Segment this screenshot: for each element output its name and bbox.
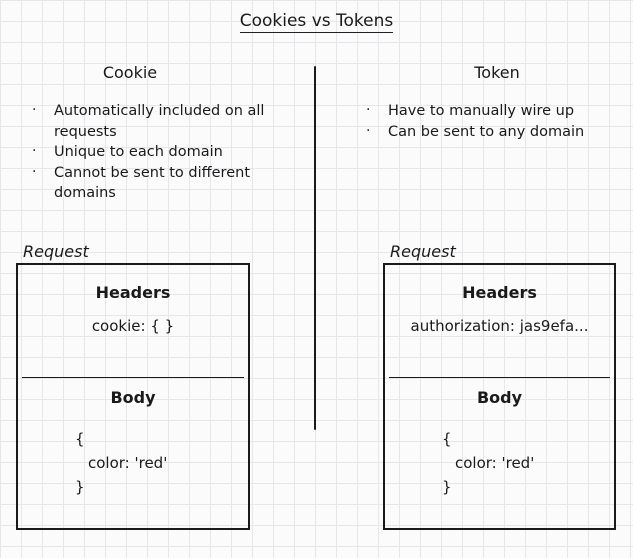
token-request-box: Headers authorization: jas9efa... Body {…	[383, 263, 616, 530]
cookie-point: · Automatically included on all requests	[22, 101, 292, 142]
token-point-text: Can be sent to any domain	[388, 123, 585, 140]
cookie-headers-title: Headers	[95, 283, 171, 302]
cookie-points: · Automatically included on all requests…	[22, 101, 292, 204]
bullet-icon: ·	[366, 102, 371, 118]
token-body-content: color: 'red'	[455, 454, 535, 472]
cookie-request-box: Headers cookie: { } Body { color: 'red' …	[16, 263, 250, 530]
cookie-request-label: Request	[23, 242, 89, 261]
token-body-close: }	[442, 478, 452, 496]
cookie-point: · Unique to each domain	[22, 142, 292, 163]
token-points: · Have to manually wire up · Can be sent…	[356, 101, 626, 142]
token-heading: Token	[474, 63, 520, 82]
token-request-label: Request	[390, 242, 456, 261]
cookie-point-text: Cannot be sent to different domains	[54, 164, 250, 202]
token-point-text: Have to manually wire up	[388, 103, 575, 119]
token-point: · Can be sent to any domain	[356, 122, 626, 143]
diagram-title-text: Cookies vs Tokens	[239, 11, 394, 33]
diagram-title: Cookies vs Tokens	[0, 11, 633, 33]
cookie-headers-value: cookie: { }	[91, 317, 175, 335]
token-body-open: {	[442, 430, 452, 448]
bullet-icon: ·	[32, 143, 37, 159]
token-headers-title: Headers	[462, 283, 537, 302]
token-request-separator	[389, 377, 610, 378]
cookie-request-separator	[22, 377, 244, 378]
cookie-body-open: {	[75, 430, 85, 448]
bullet-icon: ·	[366, 122, 371, 139]
cookie-body-close: }	[75, 478, 85, 496]
token-headers-value: authorization: jas9efa...	[410, 317, 589, 335]
cookie-point-text: Unique to each domain	[54, 144, 223, 160]
cookie-heading: Cookie	[102, 63, 158, 82]
column-divider	[314, 66, 316, 430]
bullet-icon: ·	[32, 163, 37, 180]
cookie-point-text: Automatically included on all requests	[54, 103, 265, 140]
token-point: · Have to manually wire up	[356, 101, 626, 122]
cookie-body-title: Body	[110, 388, 156, 407]
token-body-title: Body	[476, 388, 523, 407]
bullet-icon: ·	[32, 102, 37, 118]
cookie-point: · Cannot be sent to different domains	[22, 163, 292, 204]
cookie-body-content: color: 'red'	[88, 454, 168, 472]
